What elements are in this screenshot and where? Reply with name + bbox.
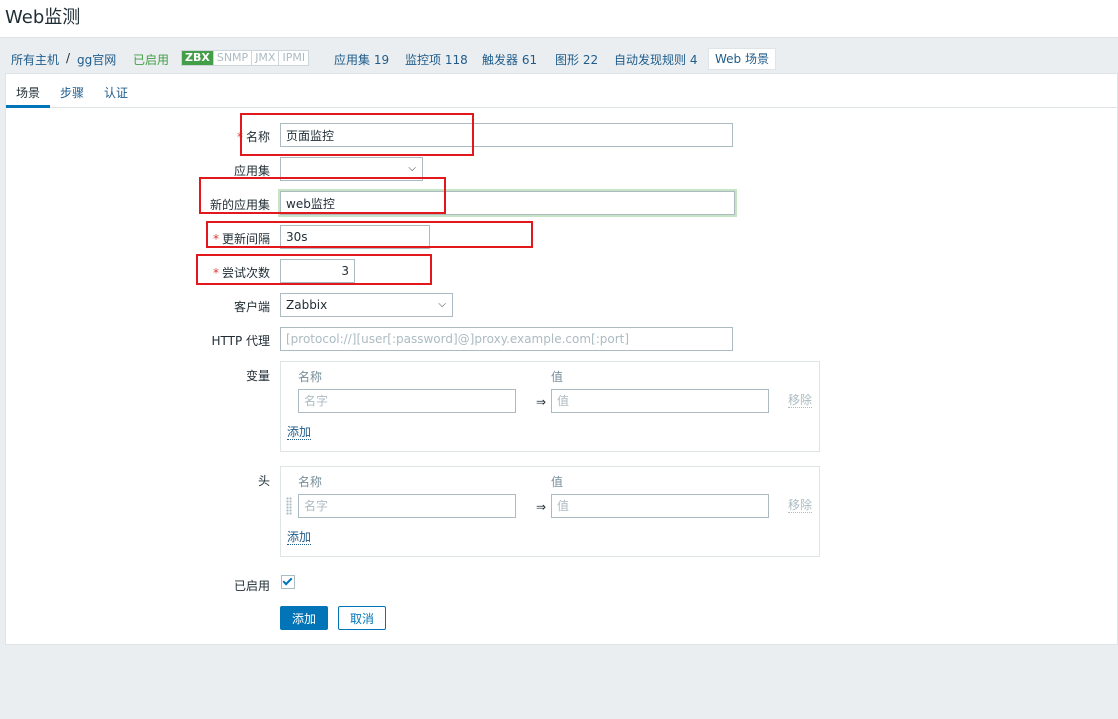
agent-select-value: Zabbix xyxy=(286,298,328,312)
drag-handle-icon[interactable] xyxy=(286,497,292,515)
http-proxy-input[interactable] xyxy=(280,327,733,351)
name-input[interactable] xyxy=(280,123,733,147)
application-select[interactable]: ⌵ xyxy=(280,157,423,181)
add-button[interactable]: 添加 xyxy=(280,606,328,630)
tag-snmp: SNMP xyxy=(213,51,253,65)
enabled-checkbox[interactable] xyxy=(281,575,295,589)
headers-label: 头 xyxy=(257,474,270,488)
headers-col-value: 值 xyxy=(551,475,564,489)
page-header: Web监测 xyxy=(0,0,1118,37)
variables-col-value: 值 xyxy=(551,370,564,384)
tag-ipmi: IPMI xyxy=(279,51,309,65)
name-label: * 名称 xyxy=(236,130,270,144)
variable-remove-button[interactable]: 移除 xyxy=(788,394,813,408)
chevron-down-icon: ⌵ xyxy=(438,299,446,310)
form-panel: 场景 步骤 认证 xyxy=(5,73,1118,645)
update-interval-label: * 更新间隔 xyxy=(212,232,270,246)
header-remove-button[interactable]: 移除 xyxy=(788,499,813,513)
http-proxy-label: HTTP 代理 xyxy=(211,334,270,348)
variable-name-input[interactable] xyxy=(298,389,516,413)
new-application-label: 新的应用集 xyxy=(209,198,270,212)
tab-bar: 场景 步骤 认证 xyxy=(6,74,1118,108)
breadcrumb-triggers[interactable]: 触发器 61 xyxy=(482,51,537,68)
attempts-input[interactable] xyxy=(280,259,355,283)
header-name-input[interactable] xyxy=(298,494,516,518)
variables-label: 变量 xyxy=(245,369,270,383)
application-label: 应用集 xyxy=(233,164,270,178)
breadcrumb-applications[interactable]: 应用集 19 xyxy=(334,51,389,68)
required-marker: * xyxy=(212,266,219,280)
breadcrumb-web-scenarios[interactable]: Web 场景 xyxy=(708,48,776,70)
new-application-input[interactable] xyxy=(280,191,735,215)
required-marker: * xyxy=(212,232,219,246)
headers-col-name: 名称 xyxy=(298,475,323,489)
variables-col-name: 名称 xyxy=(298,370,323,384)
update-interval-input[interactable] xyxy=(280,225,430,249)
variable-value-input[interactable] xyxy=(551,389,769,413)
enabled-label: 已启用 xyxy=(233,579,270,593)
header-value-input[interactable] xyxy=(551,494,769,518)
cancel-button[interactable]: 取消 xyxy=(338,606,386,630)
active-tab-indicator xyxy=(6,105,50,108)
chevron-down-icon: ⌵ xyxy=(408,163,416,174)
availability-tags: ZBX SNMP JMX IPMI xyxy=(181,50,310,66)
arrow-right-icon: ⇒ xyxy=(536,500,547,514)
breadcrumb-host[interactable]: gg官网 xyxy=(77,51,116,68)
tag-zbx: ZBX xyxy=(182,51,214,65)
attempts-label: * 尝试次数 xyxy=(212,266,270,280)
breadcrumb-all-hosts[interactable]: 所有主机 xyxy=(11,51,59,68)
breadcrumb-items[interactable]: 监控项 118 xyxy=(405,51,468,68)
page-title: Web监测 xyxy=(5,7,81,28)
header-add-button[interactable]: 添加 xyxy=(287,531,312,545)
tab-steps[interactable]: 步骤 xyxy=(60,84,84,101)
tag-jmx: JMX xyxy=(252,51,280,65)
required-marker: * xyxy=(236,130,243,144)
tab-scenario[interactable]: 场景 xyxy=(16,84,40,101)
breadcrumb-graphs[interactable]: 图形 22 xyxy=(555,51,598,68)
arrow-right-icon: ⇒ xyxy=(536,395,547,409)
breadcrumb-separator: / xyxy=(66,51,71,65)
agent-label: 客户端 xyxy=(233,300,270,314)
variable-add-button[interactable]: 添加 xyxy=(287,426,312,440)
agent-select[interactable]: Zabbix ⌵ xyxy=(280,293,453,317)
breadcrumb-discovery-rules[interactable]: 自动发现规则 4 xyxy=(614,51,697,68)
tab-authentication[interactable]: 认证 xyxy=(104,84,128,101)
checkmark-icon xyxy=(282,575,293,586)
host-status-enabled[interactable]: 已启用 xyxy=(133,51,169,68)
